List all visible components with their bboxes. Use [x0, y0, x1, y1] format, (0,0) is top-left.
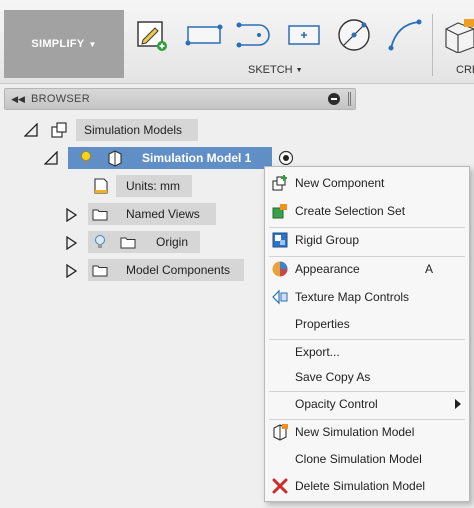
create-sketch-button[interactable]	[134, 16, 170, 54]
submenu-arrow-icon	[455, 399, 461, 409]
sketch-label: SKETCH	[248, 64, 293, 76]
minimize-browser-icon[interactable]	[328, 93, 340, 105]
menu-item-export[interactable]: Export...	[265, 339, 469, 365]
origin-label: Origin	[156, 235, 189, 249]
units-document-icon	[94, 178, 108, 194]
folder-icon	[92, 209, 108, 221]
menu-item-create-selection-set[interactable]: Create Selection Set	[265, 198, 469, 224]
slot-tool-button[interactable]	[234, 16, 274, 54]
simplify-label: SIMPLIFY	[31, 38, 85, 50]
lightbulb-off-icon[interactable]	[92, 234, 108, 250]
simulation-models-icon	[51, 122, 67, 138]
toolbar-separator	[432, 14, 433, 76]
collapse-browser-icon[interactable]: ◀◀	[5, 94, 31, 105]
create-label: CRE	[456, 64, 474, 76]
create-sketch-icon	[137, 21, 167, 51]
menu-item-new-simulation-model[interactable]: New Simulation Model	[265, 419, 469, 445]
menu-item-texture-map-controls[interactable]: Texture Map Controls	[265, 284, 469, 310]
menu-item-label: Clone Simulation Model	[295, 452, 422, 466]
tree-node-model-components[interactable]: Model Components	[88, 259, 244, 281]
menu-item-label: Rigid Group	[295, 233, 360, 247]
rectangle-tool-button[interactable]	[184, 16, 224, 54]
menu-item-label: Create Selection Set	[295, 204, 406, 218]
tree-node-units[interactable]: Units: mm	[116, 175, 192, 197]
menu-item-properties[interactable]: Properties	[265, 311, 469, 337]
menu-item-new-component[interactable]: New Component	[265, 170, 469, 196]
tree-node-simulation-model-1[interactable]: Simulation Model 1	[68, 147, 272, 169]
named-views-label: Named Views	[126, 207, 200, 221]
menu-item-label: New Component	[295, 176, 385, 190]
menu-item-delete-simulation-model[interactable]: Delete Simulation Model	[265, 473, 469, 499]
simulation-model-1-label: Simulation Model 1	[142, 151, 252, 165]
caret-down-icon: ▼	[88, 39, 97, 49]
simplify-workspace-button[interactable]: SIMPLIFY ▼	[4, 10, 124, 78]
context-menu: New Component Create Selection Set Rigid…	[264, 166, 470, 502]
folder-icon	[120, 237, 136, 249]
arc-icon	[388, 19, 422, 51]
point-rectangle-icon	[288, 25, 320, 45]
lightbulb-icon[interactable]	[78, 150, 94, 166]
new-simulation-model-icon	[273, 424, 288, 441]
menu-item-label: Export...	[295, 345, 340, 359]
slot-icon	[236, 22, 270, 48]
browser-header: ◀◀ BROWSER	[4, 88, 356, 110]
collapsed-triangle-icon[interactable]	[64, 208, 78, 222]
collapsed-triangle-icon[interactable]	[64, 236, 78, 250]
menu-item-label: New Simulation Model	[295, 425, 415, 439]
toolbar: SIMPLIFY ▼ SKETCH ▼ CR	[0, 0, 474, 84]
arc-tool-button[interactable]	[384, 16, 424, 54]
sketch-group-label[interactable]: SKETCH ▼	[248, 64, 303, 76]
appearance-icon	[272, 261, 288, 277]
browser-title: BROWSER	[31, 93, 90, 105]
new-component-icon	[272, 175, 287, 191]
shortcut-label: A	[424, 262, 433, 276]
folder-icon	[92, 265, 108, 277]
rigid-group-icon	[272, 232, 288, 248]
menu-item-label: Save Copy As	[295, 370, 371, 384]
rectangle-icon	[185, 24, 223, 46]
menu-item-label: Opacity Control	[295, 397, 378, 411]
circle-icon	[338, 19, 370, 51]
texture-map-icon	[272, 289, 288, 305]
menu-item-appearance[interactable]: Appearance A	[265, 256, 469, 282]
menu-item-save-copy-as[interactable]: Save Copy As	[265, 364, 469, 390]
model-components-label: Model Components	[126, 263, 231, 277]
tree-node-simulation-models[interactable]: Simulation Models	[76, 119, 198, 141]
selection-set-icon	[272, 204, 287, 219]
circle-tool-button[interactable]	[334, 16, 374, 54]
menu-item-label: Texture Map Controls	[295, 290, 410, 304]
menu-item-rigid-group[interactable]: Rigid Group	[265, 227, 469, 253]
simulation-models-label: Simulation Models	[84, 123, 183, 137]
menu-item-label: Properties	[295, 317, 350, 331]
caret-down-icon: ▼	[295, 67, 303, 74]
browser-grip-icon[interactable]	[348, 92, 351, 106]
delete-icon	[272, 478, 288, 494]
collapsed-triangle-icon[interactable]	[64, 264, 78, 278]
menu-item-label: Appearance	[295, 262, 360, 276]
menu-item-clone-simulation-model[interactable]: Clone Simulation Model	[265, 446, 469, 472]
expanded-triangle-icon[interactable]	[24, 123, 38, 137]
simulation-model-icon	[108, 150, 122, 167]
create-group-label[interactable]: CRE	[456, 64, 474, 76]
menu-item-opacity-control[interactable]: Opacity Control	[265, 391, 469, 417]
menu-item-label: Delete Simulation Model	[295, 479, 426, 493]
expanded-triangle-icon[interactable]	[44, 151, 58, 165]
create-box-button[interactable]	[440, 16, 474, 54]
create-box-icon	[445, 19, 474, 53]
units-label: Units: mm	[126, 179, 180, 193]
point-rectangle-tool-button[interactable]	[284, 16, 324, 54]
activate-radio-icon[interactable]	[278, 150, 294, 166]
